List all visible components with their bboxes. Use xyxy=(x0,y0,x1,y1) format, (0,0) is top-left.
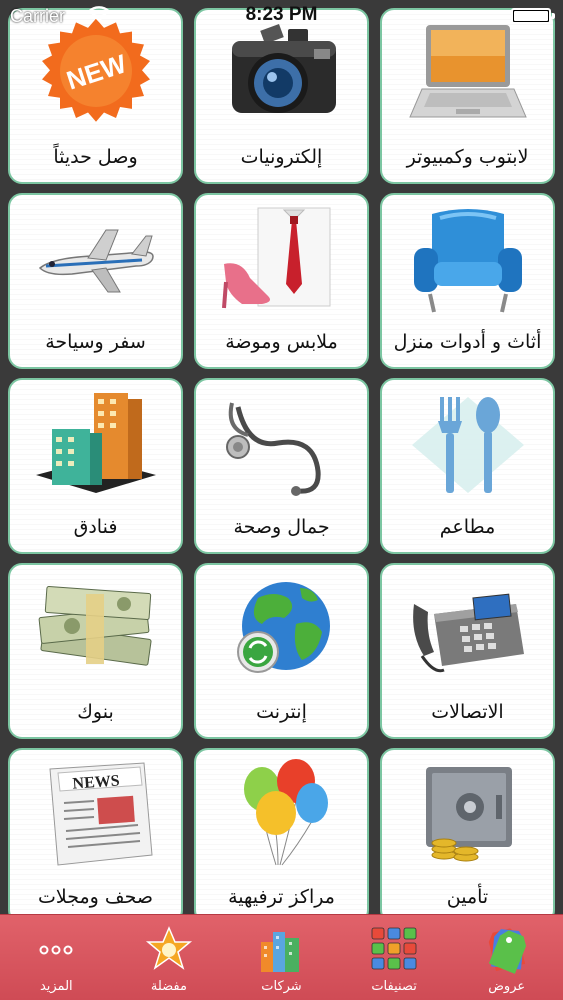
tab-favorites[interactable]: مفضلة xyxy=(113,915,226,1000)
tab-label: المزيد xyxy=(39,979,73,994)
category-newspapers[interactable]: NEWS صحف ومجلات xyxy=(8,748,183,924)
fork-spoon-icon xyxy=(382,386,553,504)
category-entertainment[interactable]: مراكز ترفيهية xyxy=(194,748,369,924)
category-new-arrivals[interactable]: NEW وصل حديثاً xyxy=(8,8,183,184)
newspaper-text: NEWS xyxy=(72,772,120,792)
shirt-and-shoe-icon xyxy=(196,201,367,319)
telephone-icon xyxy=(382,571,553,689)
favorite-star-icon xyxy=(141,923,197,975)
category-beauty-health[interactable]: جمال وصحة xyxy=(194,378,369,554)
tab-companies[interactable]: شركات xyxy=(225,915,338,1000)
tab-offers[interactable]: عروض xyxy=(450,915,563,1000)
category-furniture[interactable]: أثاث و أدوات منزل xyxy=(380,193,555,369)
safe-icon xyxy=(382,756,553,874)
category-hotels[interactable]: فنادق xyxy=(8,378,183,554)
globe-icon xyxy=(196,571,367,689)
category-grid: NEW وصل حديثاً إلكترونيات لابتوب وكمبيوت… xyxy=(8,8,555,924)
balloons-icon xyxy=(196,756,367,874)
laptop-icon xyxy=(382,16,553,134)
category-label: لابتوب وكمبيوتر xyxy=(406,146,529,168)
armchair-icon xyxy=(382,201,553,319)
tab-bar: المزيد مفضلة شركات تصنيفات عروض xyxy=(0,914,563,1000)
camera-icon xyxy=(196,16,367,134)
category-label: سفر وسياحة xyxy=(45,331,146,353)
category-label: جمال وصحة xyxy=(233,516,330,538)
tab-label: مفضلة xyxy=(150,979,187,994)
category-insurance[interactable]: تأمين xyxy=(380,748,555,924)
airplane-icon xyxy=(10,201,181,319)
category-laptops[interactable]: لابتوب وكمبيوتر xyxy=(380,8,555,184)
category-label: إنترنت xyxy=(256,701,307,723)
categories-grid-icon xyxy=(366,923,422,975)
tags-icon xyxy=(479,923,535,975)
money-stack-icon xyxy=(10,571,181,689)
category-label: مراكز ترفيهية xyxy=(228,886,335,908)
new-badge-icon: NEW xyxy=(10,16,181,134)
category-label: ملابس وموضة xyxy=(225,331,338,353)
category-label: تأمين xyxy=(446,886,489,908)
category-label: مطاعم xyxy=(439,516,496,538)
category-label: بنوك xyxy=(77,701,114,723)
category-restaurants[interactable]: مطاعم xyxy=(380,378,555,554)
companies-icon xyxy=(253,923,309,975)
category-electronics[interactable]: إلكترونيات xyxy=(194,8,369,184)
tab-categories[interactable]: تصنيفات xyxy=(338,915,451,1000)
tab-label: شركات xyxy=(261,979,302,994)
newspaper-icon: NEWS xyxy=(10,756,181,874)
tab-more[interactable]: المزيد xyxy=(0,915,113,1000)
buildings-icon xyxy=(10,386,181,504)
category-label: إلكترونيات xyxy=(240,146,323,168)
more-dots-icon xyxy=(28,923,84,975)
category-fashion[interactable]: ملابس وموضة xyxy=(194,193,369,369)
category-internet[interactable]: إنترنت xyxy=(194,563,369,739)
tab-label: عروض xyxy=(488,979,526,994)
category-telecom[interactable]: الاتصالات xyxy=(380,563,555,739)
stethoscope-icon xyxy=(196,386,367,504)
tab-label: تصنيفات xyxy=(371,979,417,994)
category-label: صحف ومجلات xyxy=(38,886,153,908)
category-label: وصل حديثاً xyxy=(53,146,138,168)
category-label: أثاث و أدوات منزل xyxy=(393,331,542,353)
category-label: فنادق xyxy=(73,516,118,538)
category-label: الاتصالات xyxy=(431,701,504,723)
category-banks[interactable]: بنوك xyxy=(8,563,183,739)
category-travel[interactable]: سفر وسياحة xyxy=(8,193,183,369)
